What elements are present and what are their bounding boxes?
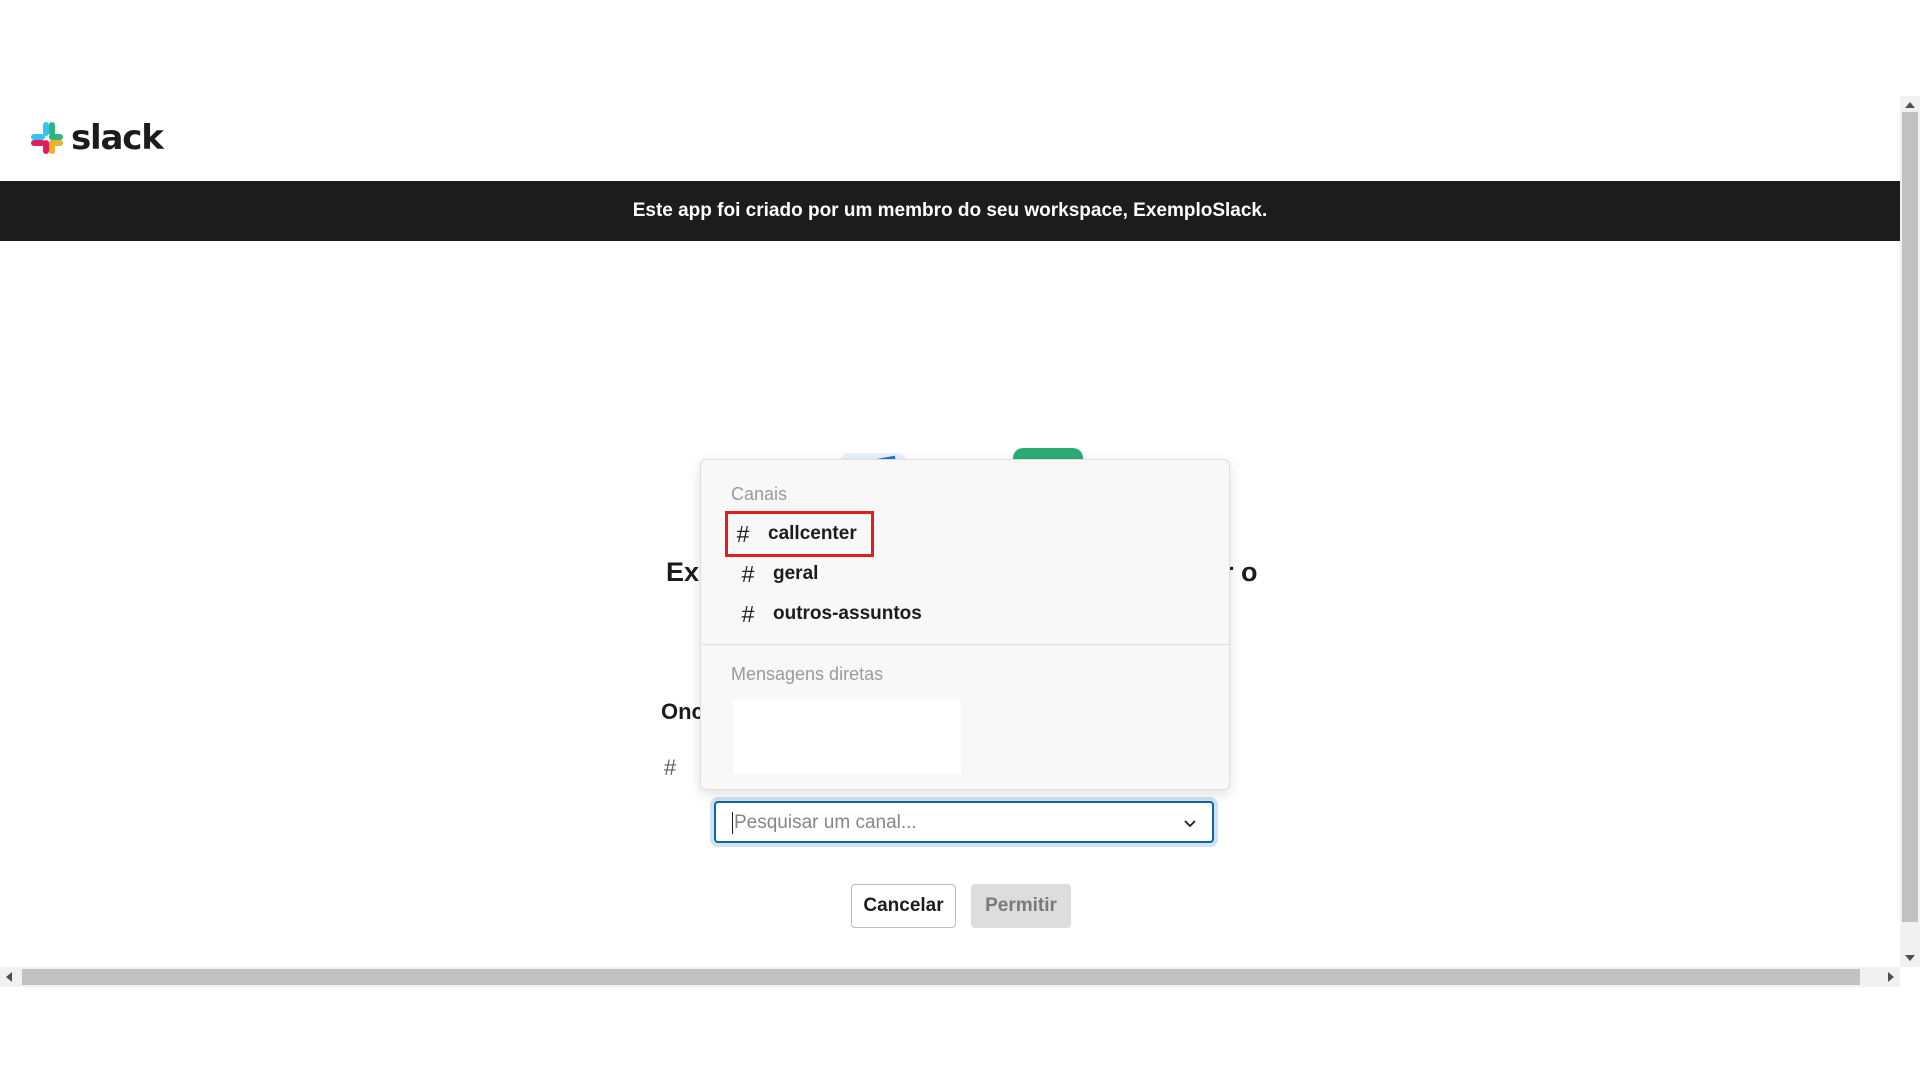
dropdown-divider: [701, 644, 1229, 645]
page-title-left: Ex: [666, 557, 700, 587]
hash-icon: #: [664, 755, 677, 780]
hash-icon: #: [741, 560, 755, 587]
banner-text: Este app foi criado por um membro do seu…: [632, 200, 1268, 221]
dm-section-label: Mensagens diretas: [731, 664, 884, 684]
cancel-button[interactable]: Cancelar: [851, 884, 956, 928]
chevron-down-icon[interactable]: [1182, 815, 1198, 831]
scroll-up-arrow-icon[interactable]: [1905, 102, 1915, 108]
oauth-content: Ex r o Onc # Pesquisar um canal... Cance…: [0, 241, 1900, 967]
channel-option-callcenter[interactable]: # callcenter: [725, 511, 874, 557]
slack-logo-icon: [31, 122, 63, 154]
hash-icon: #: [741, 600, 755, 627]
horizontal-scroll-thumb[interactable]: [22, 969, 1860, 985]
search-placeholder: Pesquisar um canal...: [732, 812, 917, 834]
allow-button[interactable]: Permitir: [971, 884, 1071, 928]
channel-option-geral[interactable]: # geral: [733, 554, 819, 594]
channel-option-label: callcenter: [768, 523, 857, 544]
channel-option-label: geral: [773, 563, 819, 584]
scroll-down-arrow-icon[interactable]: [1905, 955, 1915, 961]
vertical-scrollbar[interactable]: [1900, 96, 1920, 967]
scroll-left-arrow-icon[interactable]: [6, 972, 12, 982]
workspace-banner: Este app foi criado por um membro do seu…: [0, 181, 1900, 241]
channel-search-input[interactable]: Pesquisar um canal...: [714, 801, 1214, 843]
vertical-scroll-thumb[interactable]: [1902, 112, 1918, 922]
horizontal-scrollbar[interactable]: [0, 967, 1900, 987]
hash-icon: #: [736, 520, 750, 547]
dm-list-item[interactable]: [733, 700, 961, 774]
channel-dropdown: Canais # callcenter # geral # outros-ass…: [700, 459, 1230, 790]
channel-option-outros-assuntos[interactable]: # outros-assuntos: [733, 594, 922, 634]
channels-section-label: Canais: [731, 484, 788, 504]
logo-wordmark: slack: [71, 118, 164, 158]
slack-logo[interactable]: slack: [29, 118, 164, 158]
channel-question-label: Onc: [661, 699, 704, 724]
browser-viewport: slack Este app foi criado por um membro …: [0, 96, 1900, 967]
channel-option-label: outros-assuntos: [773, 603, 922, 624]
scroll-right-arrow-icon[interactable]: [1888, 972, 1894, 982]
